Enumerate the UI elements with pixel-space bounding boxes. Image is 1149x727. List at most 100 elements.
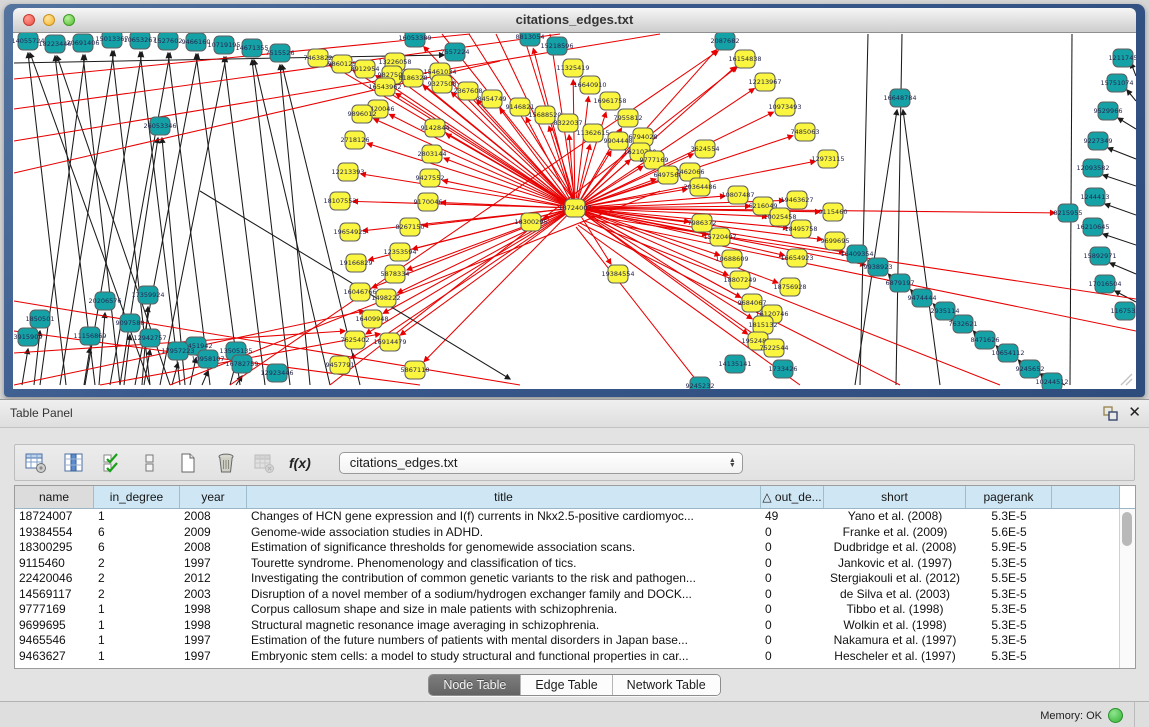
graph-node[interactable]: 19654925 (333, 223, 366, 241)
graph-node[interactable]: 6879197 (886, 274, 915, 292)
select-column-icon[interactable] (61, 450, 87, 476)
row-height-icon[interactable] (137, 450, 163, 476)
graph-node[interactable]: 1244413 (1081, 188, 1110, 206)
tab-node-table[interactable]: Node Table (429, 675, 520, 695)
graph-node[interactable]: 3624554 (691, 140, 720, 158)
graph-node[interactable]: 16053389 (398, 33, 431, 47)
table-row[interactable]: 969969511998Structural magnetic resonanc… (15, 618, 1135, 634)
red-edge[interactable] (401, 214, 567, 335)
column-header-name[interactable]: name (15, 486, 94, 508)
resize-grip-icon[interactable] (1119, 372, 1133, 386)
graph-node[interactable]: 9466160 (182, 33, 211, 51)
column-header-year[interactable]: year (180, 486, 247, 508)
network-window[interactable]: citations_edges.txt 14055724182234462069… (4, 4, 1145, 397)
graph-node[interactable]: 9699695 (821, 232, 850, 250)
black-edge[interactable] (1110, 263, 1136, 274)
scrollbar-thumb[interactable] (1122, 512, 1132, 546)
graph-node[interactable]: 12213967 (748, 73, 781, 91)
delete-attribute-icon[interactable] (213, 450, 239, 476)
graph-node[interactable]: 14135141 (718, 355, 751, 373)
window-titlebar[interactable]: citations_edges.txt (13, 8, 1136, 33)
graph-node[interactable]: 9457791 (326, 356, 355, 374)
graph-node[interactable]: 16154838 (728, 50, 761, 68)
black-edge[interactable] (22, 349, 28, 385)
close-panel-icon[interactable]: ✕ (1128, 404, 1141, 422)
graph-node[interactable]: 10688609 (715, 250, 748, 268)
black-edge[interactable] (896, 34, 902, 385)
graph-node[interactable]: 19463627 (780, 191, 813, 209)
red-edge[interactable] (581, 216, 611, 264)
graph-node[interactable]: 16961758 (593, 92, 626, 110)
graph-node[interactable]: 16210645 (1076, 218, 1109, 236)
black-edge[interactable] (1118, 118, 1136, 129)
graph-node[interactable]: 15892971 (1083, 247, 1116, 265)
column-header-out_degree[interactable]: △ out_de... (761, 486, 824, 508)
graph-node[interactable]: 5878334 (381, 265, 410, 283)
graph-node[interactable]: 8471626 (971, 331, 1000, 349)
tab-edge-table[interactable]: Edge Table (520, 675, 611, 695)
black-edge[interactable] (1127, 90, 1136, 101)
graph-node[interactable]: 7625402 (341, 331, 370, 349)
table-row[interactable]: 946362711997Embryonic stem cells: a mode… (15, 649, 1135, 665)
graph-node[interactable]: 19166829 (339, 254, 372, 272)
graph-node[interactable]: 7955812 (614, 109, 643, 127)
column-header-short[interactable]: short (824, 486, 966, 508)
graph-node[interactable]: 9427552 (416, 169, 445, 187)
red-edge[interactable] (446, 134, 565, 203)
graph-node[interactable]: 12093582 (1076, 159, 1109, 177)
red-edge[interactable] (576, 97, 588, 198)
graph-node[interactable]: 7485063 (791, 123, 820, 141)
table-row[interactable]: 1830029562008Estimation of significance … (15, 540, 1135, 556)
graph-node[interactable]: 10973493 (768, 98, 801, 116)
select-rows-icon[interactable] (99, 450, 125, 476)
graph-node[interactable]: 19384554 (601, 265, 634, 283)
column-header-pagerank[interactable]: pagerank (966, 486, 1052, 508)
black-edge[interactable] (1105, 204, 1136, 215)
black-edge[interactable] (1108, 148, 1136, 159)
graph-node[interactable]: 1167533 (1111, 302, 1136, 320)
graph-node[interactable]: 18756928 (773, 278, 806, 296)
red-edge[interactable] (573, 80, 575, 198)
graph-node[interactable]: 16648784 (883, 89, 916, 107)
black-edge[interactable] (99, 313, 105, 385)
graph-node[interactable]: 9227349 (1084, 132, 1113, 150)
graph-node[interactable]: 8267150 (396, 218, 425, 236)
table-row[interactable]: 1938455462009Genome-wide association stu… (15, 525, 1135, 541)
graph-node[interactable]: 7557224 (441, 43, 470, 61)
graph-node[interactable]: 12923446 (260, 364, 293, 382)
black-edge[interactable] (1103, 175, 1136, 186)
column-header-in_degree[interactable]: in_degree (94, 486, 180, 508)
table-row[interactable]: 911546021997Tourette syndrome. Phenomeno… (15, 556, 1135, 572)
table-row[interactable]: 946554611997Estimation of the future num… (15, 633, 1135, 649)
graph-node[interactable]: 10653267 (123, 33, 156, 49)
function-builder-icon[interactable]: f(x) (289, 455, 311, 471)
black-edge[interactable] (202, 371, 208, 385)
graph-node[interactable]: 9170046 (414, 193, 443, 211)
table-row[interactable]: 1456911722003Disruption of a novel membe… (15, 587, 1135, 603)
network-canvas[interactable]: 1405572418223446206914061501336710653267… (13, 33, 1136, 389)
graph-node[interactable]: 16914479 (373, 333, 406, 351)
black-edge[interactable] (84, 348, 90, 385)
new-table-icon[interactable] (175, 450, 201, 476)
graph-node[interactable]: 18107553 (323, 192, 356, 210)
graph-node[interactable]: 2718126 (341, 131, 370, 149)
graph-node[interactable]: 16640910 (573, 76, 606, 94)
red-edge[interactable] (576, 227, 700, 385)
graph-node[interactable]: 9115460 (819, 203, 848, 221)
graph-node[interactable]: 20206576 (88, 292, 121, 310)
float-panel-icon[interactable] (1103, 406, 1118, 421)
graph-node[interactable]: 9529966 (1094, 102, 1123, 120)
black-edge[interactable] (903, 110, 940, 385)
graph-node[interactable]: 11325419 (556, 59, 589, 77)
table-row[interactable]: 1872400712008Changes of HCN gene express… (15, 509, 1135, 525)
citation-graph[interactable]: 1405572418223446206914061501336710653267… (13, 33, 1136, 389)
graph-node[interactable]: 9245232 (686, 377, 715, 389)
table-row[interactable]: 977716911998Corpus callosum shape and si… (15, 602, 1135, 618)
column-header-_fill[interactable] (1052, 486, 1120, 508)
red-edge[interactable] (584, 166, 642, 203)
black-edge[interactable] (1103, 234, 1136, 245)
graph-node[interactable]: 1733426 (769, 360, 798, 378)
table-selector-dropdown[interactable]: citations_edges.txt ▲▼ (339, 452, 743, 474)
graph-node[interactable]: 5867110 (401, 361, 430, 379)
table-row[interactable]: 2242004622012Investigating the contribut… (15, 571, 1135, 587)
